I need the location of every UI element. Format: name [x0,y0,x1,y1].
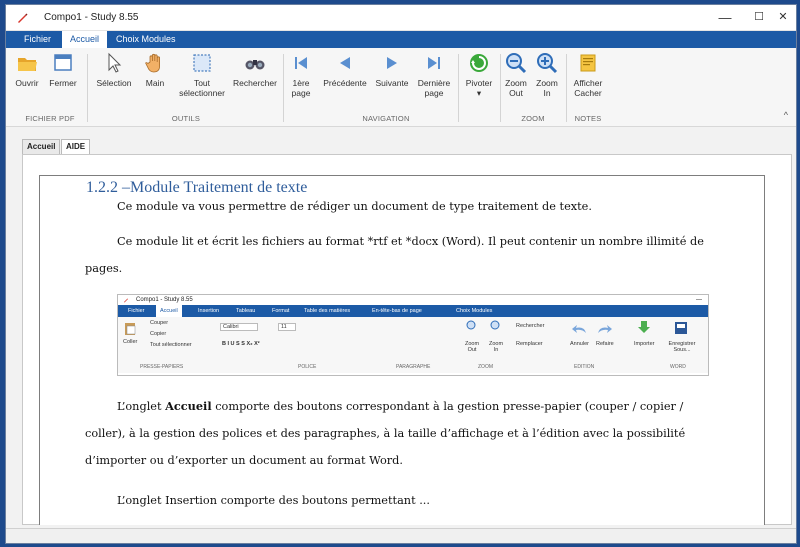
embedded-pen-icon [124,298,128,303]
paragraph-3: L’onglet Accueil comporte des boutons co… [85,399,686,467]
paragraph-4-partial: L’onglet Insertion comporte des boutons … [117,494,430,507]
next-page-icon [387,57,397,69]
embedded-title-bar: Compo1 - Study 8.55 — [118,295,708,305]
document-viewer[interactable]: 1.2.2 –Module Traitement de texte Ce mod… [22,154,792,525]
ribbon-separator [87,54,88,122]
ribbon-separator [500,54,501,122]
pivoter-button[interactable]: Pivoter ▾ [461,52,497,98]
minimize-button[interactable]: — [710,5,740,30]
fermer-button[interactable]: Fermer [46,52,80,88]
suivante-button[interactable]: Suivante [372,52,412,88]
zoom-out-icon [506,53,527,74]
main-button[interactable]: Main [140,52,170,88]
embedded-redo-icon [598,325,612,333]
embedded-menu-bar: Fichier Accueil Insertion Tableau Format… [118,305,708,317]
tab-fichier[interactable]: Fichier [16,31,59,48]
embedded-zoom-out-icon [466,320,476,330]
paragraph-1: Ce module va vous permettre de rédiger u… [117,200,592,213]
app-pen-icon [18,13,28,23]
embedded-undo-icon [572,325,586,333]
last-page-icon [428,57,440,69]
embedded-import-icon [638,321,650,333]
embedded-zoom-in-icon [490,320,500,330]
hand-icon [145,53,160,73]
select-all-icon [193,54,211,72]
tout-selectionner-button[interactable]: Tout sélectionner [176,52,228,98]
work-area: Accueil AIDE 1.2.2 –Module Traitement de… [6,127,796,543]
ouvrir-button[interactable]: Ouvrir [13,52,41,88]
ribbon-separator [458,54,459,122]
document-page: 1.2.2 –Module Traitement de texte Ce mod… [39,175,765,525]
group-label-zoom: ZOOM [521,114,545,123]
group-label-navigation: NAVIGATION [362,114,410,123]
embedded-ribbon: Coller Couper Copier Tout sélectionner C… [118,317,708,373]
collapse-ribbon-button[interactable]: ^ [784,110,788,120]
zoom-in-icon [537,53,558,74]
folder-open-icon [18,58,37,71]
ribbon: Ouvrir Fermer Sélection Main Tout sélect… [6,48,796,127]
ribbon-separator [283,54,284,122]
first-page-icon [295,57,307,69]
precedente-button[interactable]: Précédente [322,52,368,88]
zoom-out-button[interactable]: Zoom Out [503,52,529,98]
note-icon [580,54,596,72]
close-button[interactable]: ✕ [768,5,796,30]
group-label-notes: NOTES [574,114,602,123]
rotate-icon [470,54,488,72]
group-label-fichier-pdf: FICHIER PDF [25,114,75,123]
window-title: Compo1 - Study 8.55 [44,12,139,23]
app-window: Compo1 - Study 8.55 — ☐ ✕ Fichier Accuei… [5,4,797,544]
selection-button[interactable]: Sélection [94,52,134,88]
embedded-save-word-icon [675,322,687,334]
tab-choix-modules[interactable]: Choix Modules [108,31,184,48]
window-close-doc-icon [54,54,72,71]
embedded-ribbon-screenshot: Compo1 - Study 8.55 — Fichier Accueil In… [117,294,709,376]
paragraph-2: Ce module lit et écrit les fichiers au f… [85,235,704,275]
ribbon-separator [566,54,567,122]
rechercher-button[interactable]: Rechercher [233,52,277,88]
arrow-cursor-icon [108,52,122,73]
doc-tab-accueil[interactable]: Accueil [22,139,61,154]
embedded-paste-icon [125,323,136,335]
status-bar [6,528,796,543]
binoculars-icon [245,60,265,70]
zoom-in-button[interactable]: Zoom In [534,52,560,98]
title-bar: Compo1 - Study 8.55 — ☐ ✕ [6,5,796,31]
group-label-outils: OUTILS [171,114,201,123]
menu-bar: Fichier Accueil Choix Modules [6,31,796,48]
premiere-page-button[interactable]: 1ère page [287,52,315,98]
previous-page-icon [340,57,350,69]
doc-tab-aide[interactable]: AIDE [61,139,91,154]
afficher-cacher-button[interactable]: Afficher Cacher [571,52,605,98]
tab-accueil[interactable]: Accueil [62,31,108,48]
derniere-page-button[interactable]: Dernière page [415,52,453,98]
